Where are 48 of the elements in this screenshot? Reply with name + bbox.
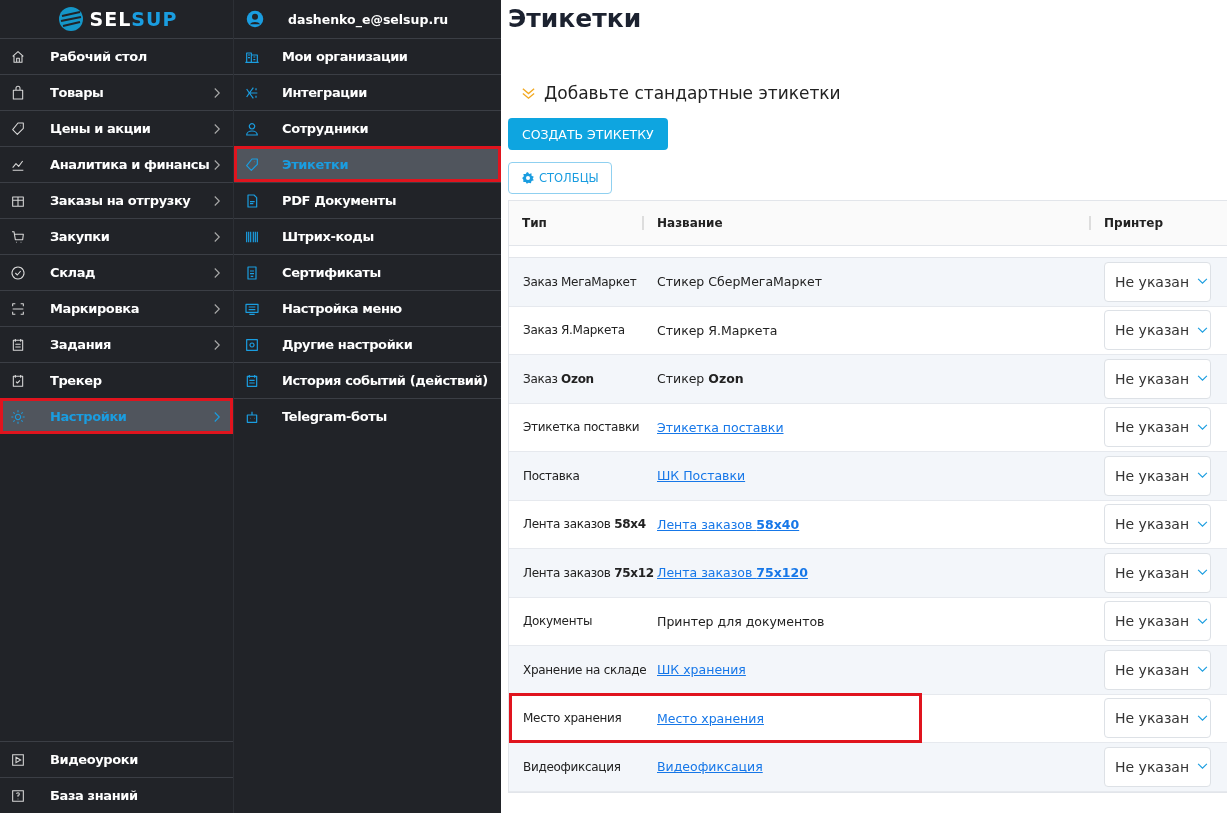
table-cell: Хранение на складе — [523, 662, 647, 677]
printer-select[interactable]: Не указан — [1104, 407, 1211, 448]
section-title: Добавьте стандартные этикетки — [544, 83, 841, 103]
table-cell: Принтер для документов — [657, 613, 825, 629]
user-email[interactable]: dashenko_e@selsup.ru — [288, 11, 449, 27]
printer-select[interactable]: Не указан — [1104, 746, 1211, 787]
label-link[interactable]: Видеофиксация — [657, 759, 763, 775]
submenu-item[interactable]: Штрих-коды — [234, 218, 501, 254]
printer-select[interactable]: Не указан — [1104, 698, 1211, 739]
column-header[interactable]: Название — [642, 216, 1089, 230]
label-link[interactable]: Место хранения — [657, 710, 764, 726]
table-cell: Заказ Я.Маркета — [523, 323, 625, 338]
printer-select[interactable]: Не указан — [1104, 649, 1211, 690]
submenu-item[interactable]: Сертификаты — [234, 254, 501, 290]
column-header[interactable]: Тип — [509, 216, 642, 230]
label-link[interactable]: ШК Поставки — [657, 468, 746, 484]
printer-select[interactable]: Не указан — [1104, 552, 1211, 593]
label-link[interactable]: Лента заказов 75x120 — [657, 565, 808, 581]
table-cell: Место хранения — [523, 711, 622, 726]
label-link[interactable]: Этикетка поставки — [657, 419, 784, 435]
table-cell: Стикер Я.Маркета — [657, 322, 778, 338]
page-title: Этикетки — [508, 4, 643, 35]
printer-select[interactable]: Не указан — [1104, 601, 1211, 642]
column-header[interactable]: Принтер — [1089, 216, 1227, 230]
table-cell: Лента заказов 58x4 — [523, 517, 646, 532]
table-cell: Видеофиксация — [523, 759, 621, 774]
printer-select[interactable]: Не указан — [1104, 358, 1211, 399]
printer-select[interactable]: Не указан — [1104, 310, 1211, 351]
printer-select[interactable]: Не указан — [1104, 455, 1211, 496]
table-cell: Лента заказов 75x12 — [523, 565, 654, 580]
printer-select[interactable]: Не указан — [1104, 504, 1211, 545]
submenu-item[interactable]: Настройка меню — [234, 290, 501, 326]
sidebar-item[interactable]: Заказы на отгрузку — [0, 182, 233, 218]
table-cell: Заказ МегаМаркет — [523, 274, 637, 289]
table-cell: Поставка — [523, 468, 580, 483]
submenu-item[interactable]: PDF Документы — [234, 182, 501, 218]
label-link[interactable]: ШК хранения — [657, 662, 746, 678]
printer-select[interactable]: Не указан — [1104, 261, 1211, 302]
submenu-item[interactable]: Мои организации — [234, 38, 501, 74]
table-cell: Заказ Ozon — [523, 371, 594, 386]
table-cell: Документы — [523, 614, 593, 629]
table-cell: Стикер СберМегаМаркет — [657, 274, 822, 290]
submenu-item[interactable]: История событий (действий) — [234, 362, 501, 398]
table-cell: Стикер Ozon — [657, 371, 744, 387]
logo: SELSUP — [55, 4, 178, 34]
label-link[interactable]: Лента заказов 58x40 — [657, 516, 800, 532]
table-cell: Этикетка поставки — [523, 420, 640, 435]
submenu-item[interactable]: Другие настройки — [234, 326, 501, 362]
